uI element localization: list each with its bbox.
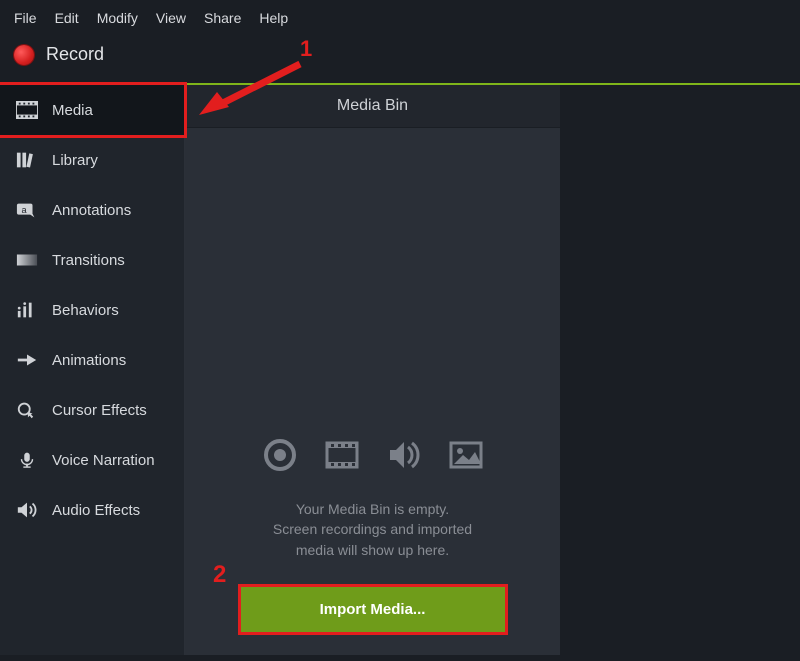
annotation-number-2: 2 bbox=[213, 561, 226, 589]
sidebar-item-cursor-effects[interactable]: Cursor Effects bbox=[0, 385, 184, 435]
transitions-icon bbox=[16, 251, 38, 269]
sidebar-item-label: Media bbox=[52, 102, 93, 119]
record-circle-icon bbox=[260, 435, 300, 475]
annotation-number-1: 1 bbox=[300, 36, 312, 62]
menu-edit[interactable]: Edit bbox=[55, 10, 79, 26]
sidebar-item-label: Audio Effects bbox=[52, 502, 140, 519]
empty-line: Your Media Bin is empty. bbox=[273, 499, 472, 519]
empty-line: media will show up here. bbox=[273, 540, 472, 560]
image-icon bbox=[446, 435, 486, 475]
sidebar-item-label: Library bbox=[52, 152, 98, 169]
record-row: Record 1 bbox=[0, 34, 800, 83]
workspace: Media Library a Annotations Transitions … bbox=[0, 85, 800, 655]
behaviors-icon bbox=[16, 301, 38, 319]
menu-help[interactable]: Help bbox=[259, 10, 288, 26]
microphone-icon bbox=[16, 451, 38, 469]
sidebar-item-label: Cursor Effects bbox=[52, 402, 147, 419]
menu-bar: File Edit Modify View Share Help bbox=[0, 0, 800, 34]
library-icon bbox=[16, 151, 38, 169]
sidebar-item-transitions[interactable]: Transitions bbox=[0, 235, 184, 285]
sidebar-item-behaviors[interactable]: Behaviors bbox=[0, 285, 184, 335]
sidebar-item-label: Transitions bbox=[52, 252, 125, 269]
menu-file[interactable]: File bbox=[14, 10, 37, 26]
sidebar-item-annotations[interactable]: a Annotations bbox=[0, 185, 184, 235]
sidebar-item-animations[interactable]: Animations bbox=[0, 335, 184, 385]
import-media-button[interactable]: Import Media... bbox=[238, 584, 508, 635]
empty-line: Screen recordings and imported bbox=[273, 519, 472, 539]
annotations-icon: a bbox=[16, 201, 38, 219]
speaker-icon bbox=[16, 501, 38, 519]
media-icon bbox=[16, 101, 38, 119]
record-label[interactable]: Record bbox=[46, 44, 104, 65]
sidebar-item-voice-narration[interactable]: Voice Narration bbox=[0, 435, 184, 485]
empty-message: Your Media Bin is empty. Screen recordin… bbox=[273, 499, 472, 560]
sidebar-item-label: Behaviors bbox=[52, 302, 119, 319]
audio-icon bbox=[384, 435, 424, 475]
sidebar-item-label: Annotations bbox=[52, 202, 131, 219]
menu-modify[interactable]: Modify bbox=[97, 10, 138, 26]
sidebar-item-library[interactable]: Library bbox=[0, 135, 184, 185]
panel-body: Your Media Bin is empty. Screen recordin… bbox=[185, 128, 560, 655]
menu-view[interactable]: View bbox=[156, 10, 186, 26]
media-bin-panel: Media Bin Your Media Bin is empty. Scree bbox=[185, 85, 560, 655]
empty-icon-row bbox=[260, 435, 486, 475]
sidebar-item-label: Voice Narration bbox=[52, 452, 155, 469]
cursor-effects-icon bbox=[16, 401, 38, 419]
record-icon[interactable] bbox=[14, 45, 34, 65]
panel-title: Media Bin bbox=[185, 85, 560, 128]
menu-share[interactable]: Share bbox=[204, 10, 241, 26]
animations-icon bbox=[16, 351, 38, 369]
preview-area bbox=[560, 85, 800, 655]
sidebar-item-label: Animations bbox=[52, 352, 126, 369]
sidebar-item-media[interactable]: Media bbox=[0, 82, 187, 138]
sidebar-item-audio-effects[interactable]: Audio Effects bbox=[0, 485, 184, 535]
sidebar: Media Library a Annotations Transitions … bbox=[0, 85, 185, 655]
film-icon bbox=[322, 435, 362, 475]
